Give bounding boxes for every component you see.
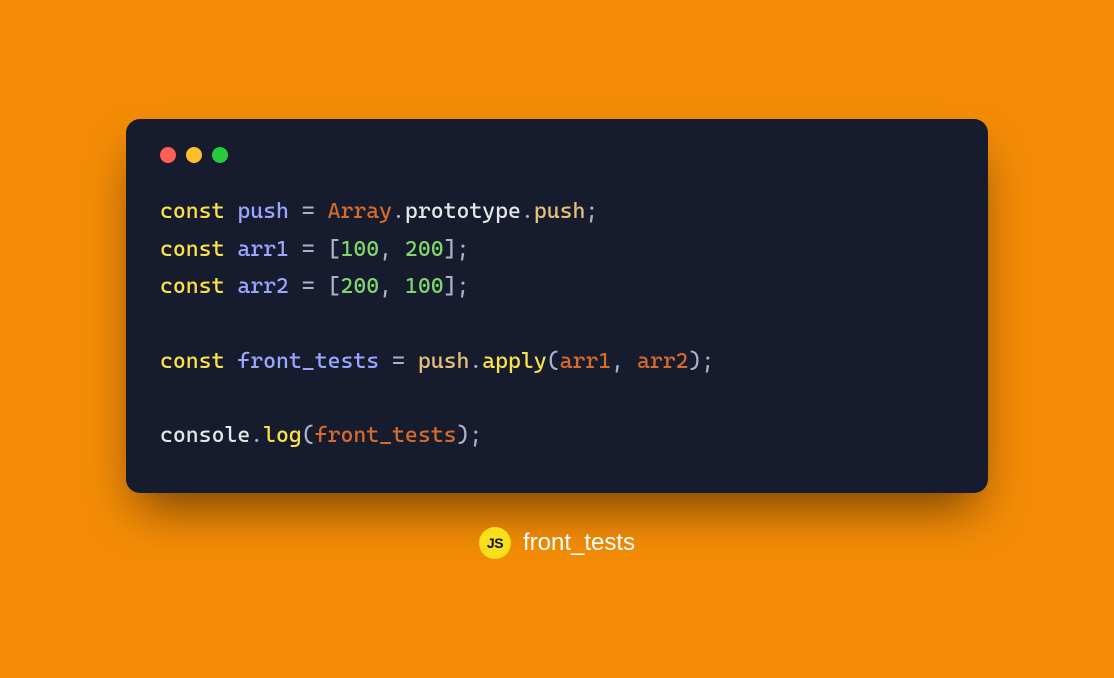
number: 200 (405, 237, 444, 262)
punct: . (521, 199, 534, 224)
punct: ) (456, 423, 469, 448)
maximize-icon (212, 147, 228, 163)
code-block: const push = Array.prototype.push; const… (160, 193, 954, 455)
minimize-icon (186, 147, 202, 163)
punct: ) (689, 349, 702, 374)
punct: . (392, 199, 405, 224)
identifier: front_tests (237, 349, 379, 374)
keyword-const: const (160, 199, 224, 224)
number: 100 (340, 237, 379, 262)
punct: [ (328, 237, 341, 262)
traffic-lights (160, 147, 954, 163)
identifier: push (237, 199, 289, 224)
punct: . (250, 423, 263, 448)
argument: arr1 (560, 349, 612, 374)
identifier: arr1 (237, 237, 289, 262)
punct: , (611, 349, 637, 374)
punct: ( (547, 349, 560, 374)
punct: = (289, 199, 328, 224)
method: apply (482, 349, 546, 374)
punct: ; (456, 274, 469, 299)
punct: ] (444, 274, 457, 299)
footer: JS front_tests (479, 527, 635, 559)
code-window: const push = Array.prototype.push; const… (126, 119, 988, 493)
punct: ; (469, 423, 482, 448)
punct: , (379, 274, 405, 299)
callee: push (418, 349, 470, 374)
footer-label: front_tests (523, 529, 635, 557)
object: console (160, 423, 250, 448)
property: prototype (405, 199, 521, 224)
punct: = (289, 274, 328, 299)
punct: ] (444, 237, 457, 262)
keyword-const: const (160, 349, 224, 374)
method: log (263, 423, 302, 448)
argument: arr2 (637, 349, 689, 374)
close-icon (160, 147, 176, 163)
punct: ; (585, 199, 598, 224)
punct: [ (328, 274, 341, 299)
punct: = (379, 349, 418, 374)
punct: . (469, 349, 482, 374)
punct: , (379, 237, 405, 262)
punct: ; (701, 349, 714, 374)
keyword-const: const (160, 274, 224, 299)
argument: front_tests (315, 423, 457, 448)
number: 100 (405, 274, 444, 299)
property: push (534, 199, 586, 224)
number: 200 (340, 274, 379, 299)
identifier: arr2 (237, 274, 289, 299)
punct: = (289, 237, 328, 262)
js-badge-icon: JS (479, 527, 511, 559)
keyword-const: const (160, 237, 224, 262)
class-name: Array (328, 199, 392, 224)
punct: ( (302, 423, 315, 448)
punct: ; (456, 237, 469, 262)
